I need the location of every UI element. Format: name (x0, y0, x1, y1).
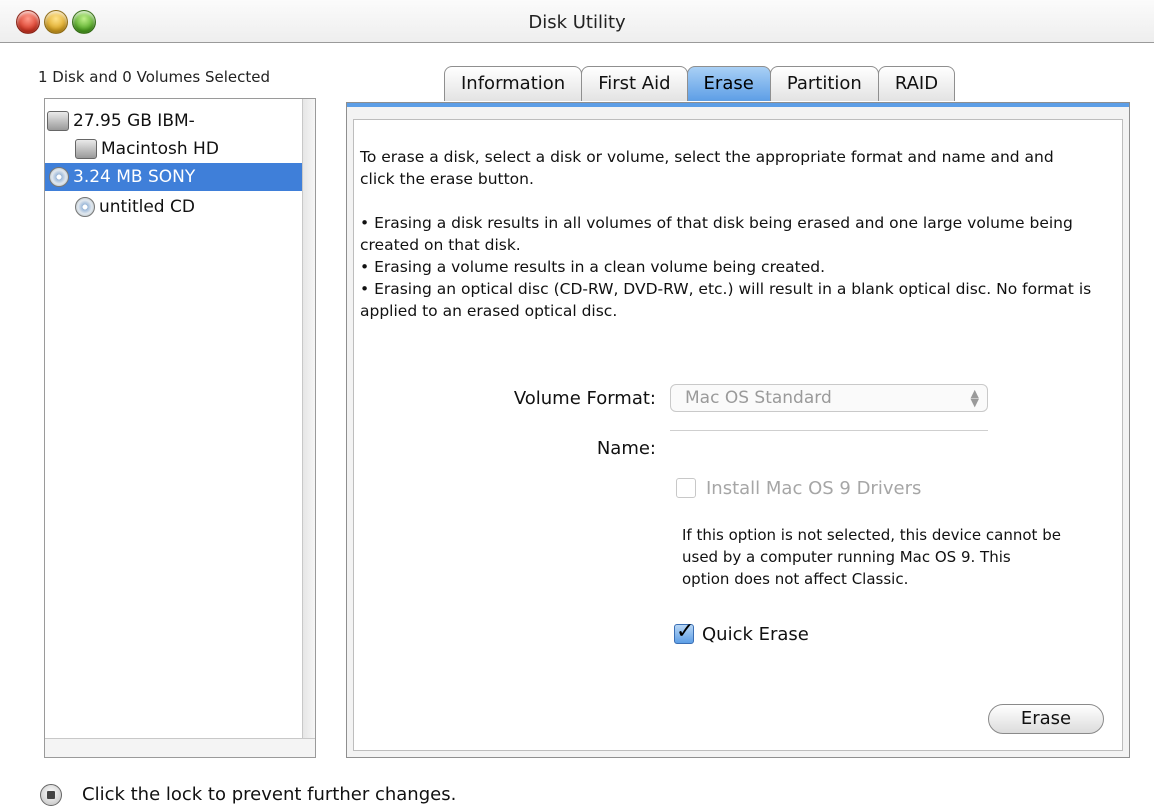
install-os9-drivers-label: Install Mac OS 9 Drivers (706, 478, 922, 499)
install-os9-drivers-checkbox[interactable] (676, 478, 696, 498)
cd-icon (75, 197, 95, 217)
selection-summary: 1 Disk and 0 Volumes Selected (38, 68, 270, 86)
cd-icon (49, 167, 69, 187)
hard-disk-icon (47, 111, 69, 131)
horizontal-scrollbar[interactable] (45, 738, 315, 757)
volume-format-value: Mac OS Standard (685, 388, 832, 408)
erase-bullet-volume: • Erasing a volume results in a clean vo… (360, 258, 826, 276)
tab-first-aid[interactable]: First Aid (581, 66, 688, 101)
quick-erase-label: Quick Erase (702, 624, 809, 645)
tab-partition[interactable]: Partition (769, 66, 879, 101)
title-bar: Disk Utility (0, 0, 1154, 43)
disk-item-sony[interactable]: 3.24 MB SONY (45, 163, 303, 191)
erase-bullet-optical: • Erasing an optical disc (CD-RW, DVD-RW… (360, 280, 1092, 320)
panel-accent-line (347, 103, 1129, 107)
disk-item-label: 27.95 GB IBM- (73, 111, 195, 131)
volume-format-select[interactable]: Mac OS Standard ▲ ▼ (670, 384, 988, 412)
stepper-arrows-icon: ▲ ▼ (970, 387, 979, 409)
tab-erase[interactable]: Erase (686, 66, 771, 101)
hard-disk-icon (75, 139, 97, 159)
os9-drivers-note: If this option is not selected, this dev… (682, 526, 1061, 588)
window-title: Disk Utility (528, 12, 626, 33)
disk-list[interactable]: 27.95 GB IBM- Macintosh HD 3.24 MB SONY … (44, 98, 316, 758)
lock-icon[interactable] (40, 784, 62, 806)
volume-item-macintosh-hd[interactable]: Macintosh HD (75, 135, 299, 163)
tab-information[interactable]: Information (444, 66, 583, 101)
vertical-scrollbar[interactable] (302, 99, 315, 739)
disk-item-label: 3.24 MB SONY (73, 167, 196, 187)
disk-item-ibm[interactable]: 27.95 GB IBM- (47, 107, 299, 135)
lock-status-text: Click the lock to prevent further change… (82, 784, 457, 805)
erase-button[interactable]: Erase (988, 704, 1104, 734)
volume-item-label: untitled CD (99, 197, 195, 217)
name-label: Name: (596, 438, 656, 459)
quick-erase-checkbox[interactable] (674, 619, 694, 644)
tab-bar: Information First Aid Erase Partition RA… (444, 66, 956, 102)
erase-intro: To erase a disk, select a disk or volume… (360, 148, 1054, 188)
volume-name-input[interactable] (670, 430, 988, 462)
volume-item-label: Macintosh HD (101, 139, 219, 159)
volume-format-label: Volume Format: (513, 388, 656, 409)
tab-raid[interactable]: RAID (877, 66, 956, 101)
erase-bullet-disk: • Erasing a disk results in all volumes … (360, 214, 1073, 254)
volume-item-untitled-cd[interactable]: untitled CD (75, 193, 299, 221)
